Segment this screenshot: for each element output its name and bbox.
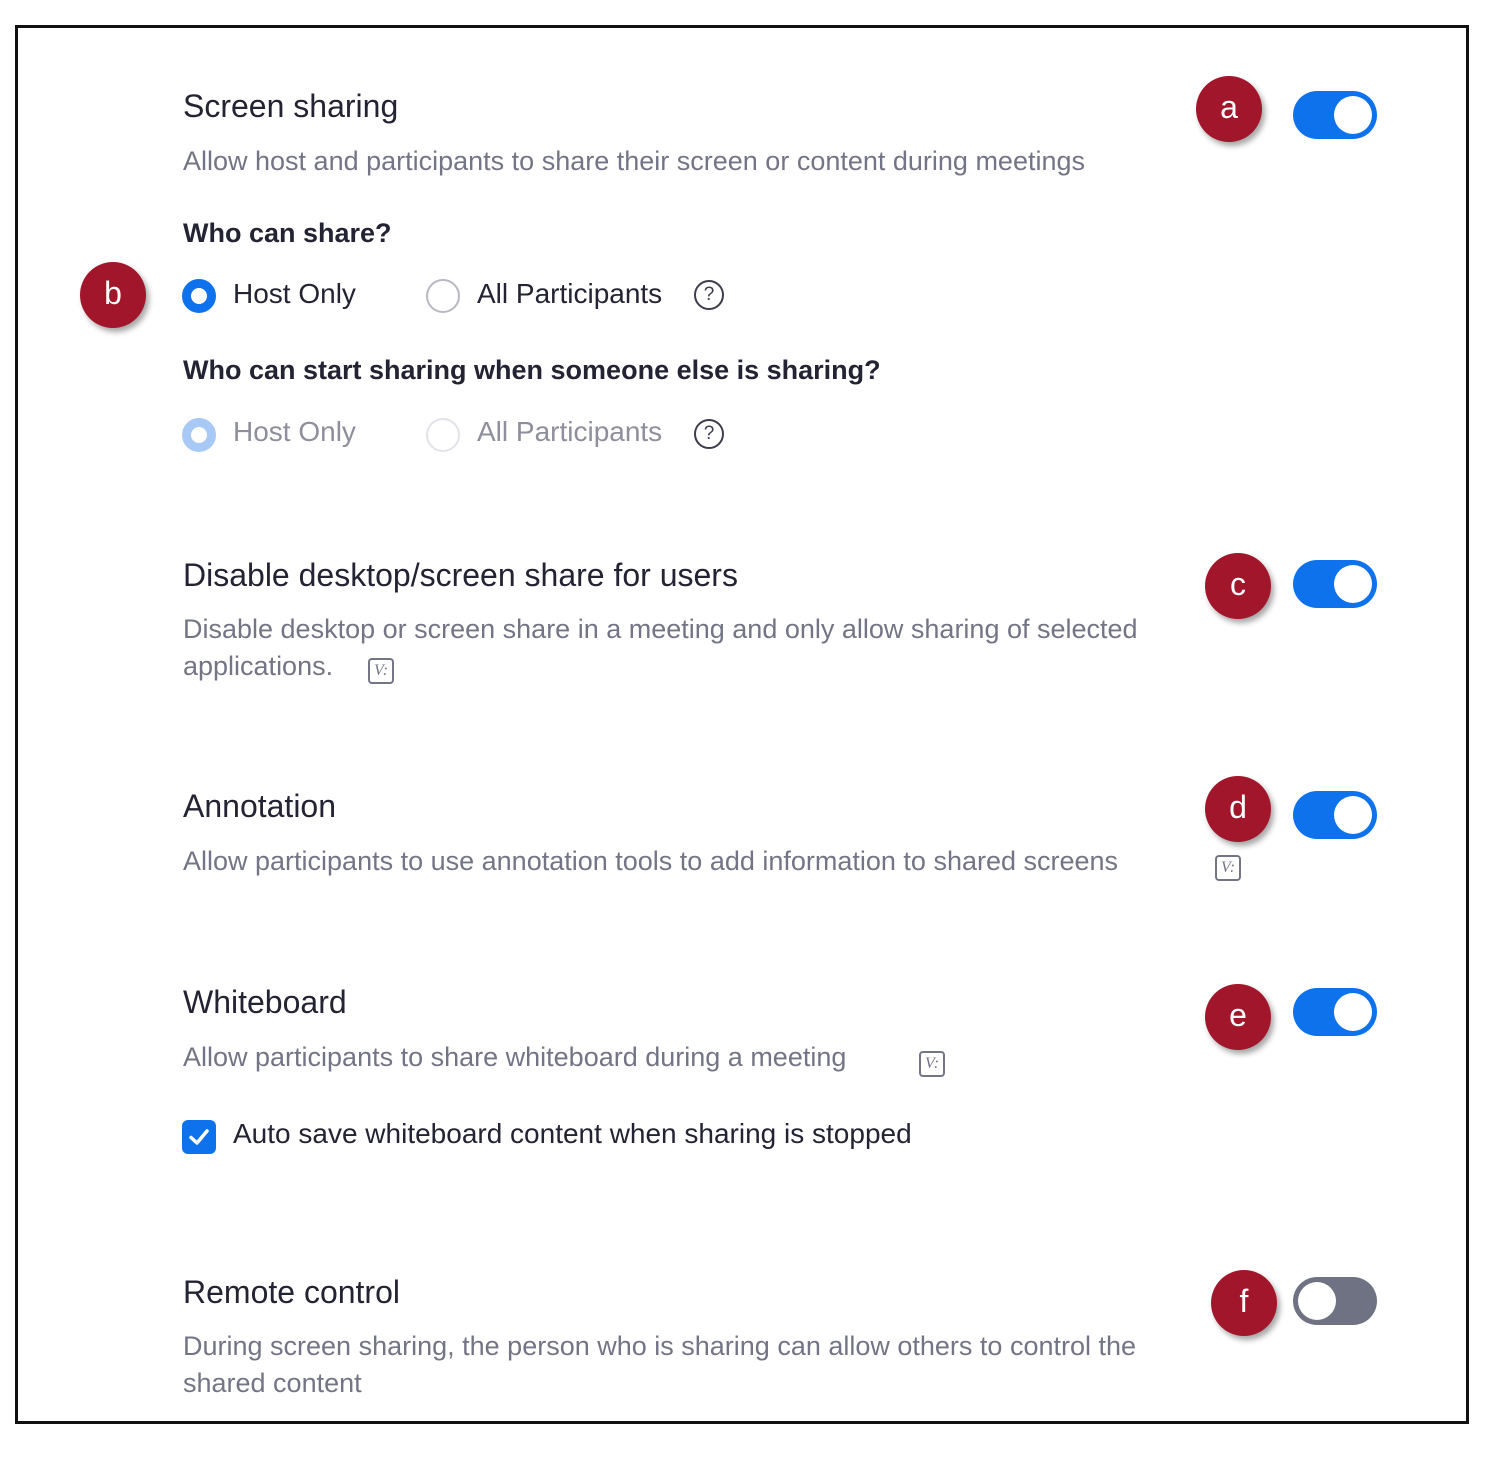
disable-desktop-toggle[interactable]: [1293, 560, 1377, 608]
radio-label-host-only[interactable]: Host Only: [233, 278, 356, 310]
help-icon[interactable]: ?: [694, 280, 724, 310]
remote-control-title: Remote control: [183, 1274, 400, 1310]
callout-badge-f: f: [1211, 1270, 1277, 1336]
toggle-knob: [1334, 993, 1372, 1031]
toggle-knob: [1298, 1282, 1336, 1320]
v-icon[interactable]: V:: [368, 658, 394, 684]
radio-label-all-participants-disabled: All Participants: [477, 416, 663, 447]
screen-sharing-description: Allow host and participants to share the…: [183, 146, 1085, 176]
radio-who-can-share-all-participants[interactable]: [426, 279, 460, 313]
v-icon[interactable]: V:: [919, 1051, 945, 1077]
radio-who-can-start-all-participants: [426, 418, 460, 452]
auto-save-label[interactable]: Auto save whiteboard content when sharin…: [233, 1118, 912, 1150]
annotation-toggle[interactable]: [1293, 791, 1377, 839]
callout-badge-d: d: [1205, 776, 1271, 842]
v-icon[interactable]: V:: [1215, 855, 1241, 881]
callout-badge-a: a: [1196, 76, 1262, 142]
screen-sharing-title: Screen sharing: [183, 88, 399, 124]
whiteboard-toggle[interactable]: [1293, 988, 1377, 1036]
remote-control-description-line2: shared content: [183, 1368, 362, 1398]
remote-control-toggle[interactable]: [1293, 1277, 1377, 1325]
annotation-title: Annotation: [183, 788, 337, 824]
auto-save-checkbox[interactable]: [182, 1120, 216, 1154]
checkmark-icon: [189, 1129, 209, 1145]
disable-desktop-description: Disable desktop or screen share in a mee…: [183, 614, 1138, 644]
annotation-description: Allow participants to use annotation too…: [183, 846, 1119, 876]
whiteboard-title: Whiteboard: [183, 984, 347, 1020]
radio-label-all-participants[interactable]: All Participants: [477, 278, 662, 310]
whiteboard-description: Allow participants to share whiteboard d…: [183, 1042, 847, 1072]
callout-badge-b: b: [80, 262, 146, 328]
who-can-start-sharing-label: Who can start sharing when someone else …: [183, 355, 881, 385]
remote-control-description: During screen sharing, the person who is…: [183, 1331, 1137, 1361]
toggle-knob: [1334, 96, 1372, 134]
disable-desktop-description-line2: applications.: [183, 651, 334, 681]
help-icon[interactable]: ?: [694, 419, 724, 449]
radio-who-can-start-host-only: [182, 418, 216, 452]
screen-sharing-toggle[interactable]: [1293, 91, 1377, 139]
radio-who-can-share-host-only[interactable]: [182, 279, 216, 313]
callout-badge-c: c: [1205, 553, 1271, 619]
who-can-share-label: Who can share?: [183, 218, 392, 248]
toggle-knob: [1334, 565, 1372, 603]
toggle-knob: [1334, 796, 1372, 834]
radio-label-host-only-disabled: Host Only: [233, 416, 356, 447]
callout-badge-e: e: [1205, 984, 1271, 1050]
disable-desktop-title: Disable desktop/screen share for users: [183, 557, 738, 593]
